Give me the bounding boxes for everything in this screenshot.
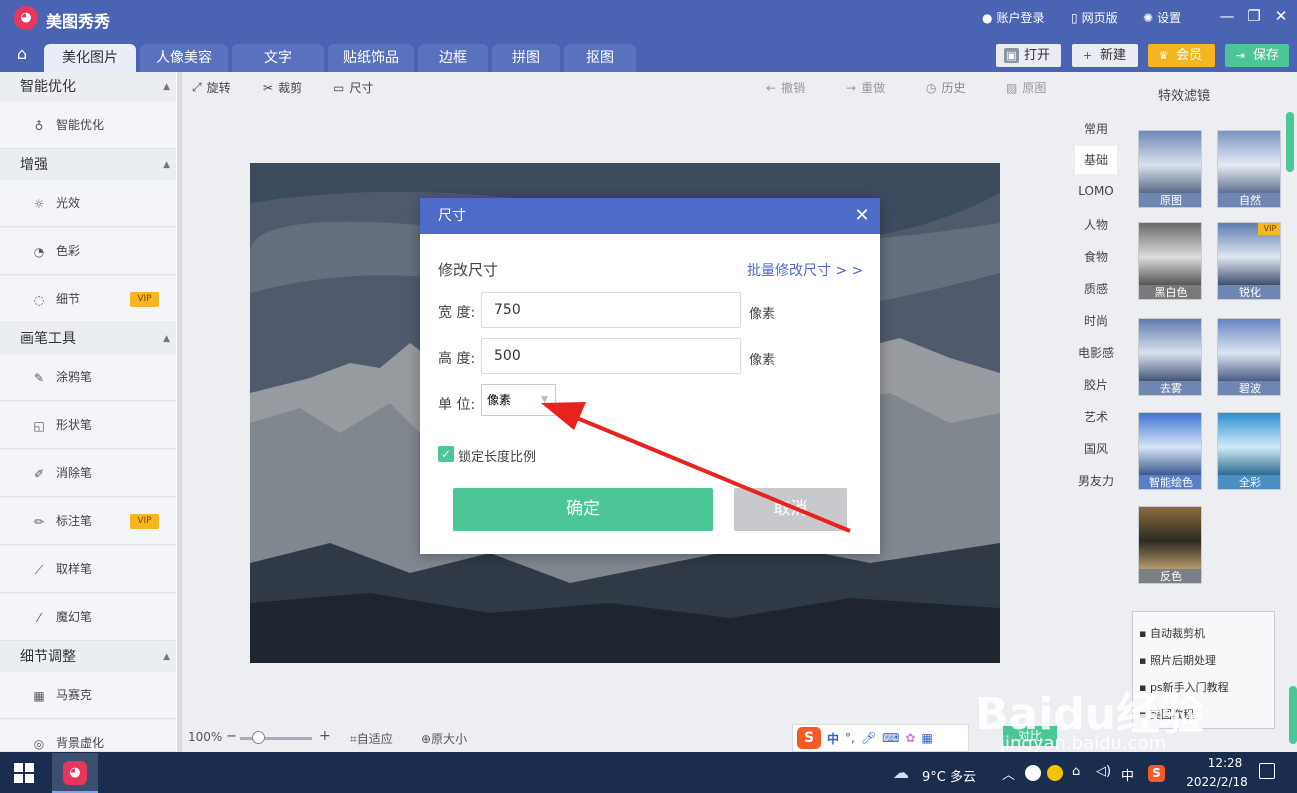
- cloud-icon: ☁: [893, 763, 909, 782]
- sogou-tray-icon[interactable]: S: [1148, 765, 1165, 782]
- ime-mode[interactable]: 中: [827, 730, 839, 747]
- annotation-arrow: [541, 402, 851, 533]
- clock-time[interactable]: 12:28: [1205, 756, 1245, 770]
- tray-app-icon[interactable]: [1047, 765, 1063, 781]
- ime-punct[interactable]: °,: [845, 731, 855, 745]
- app-logo: ◕: [63, 761, 87, 785]
- grid-menu-icon[interactable]: ▦: [921, 731, 932, 745]
- keyboard-icon[interactable]: ⌨: [882, 731, 899, 745]
- windows-start-button[interactable]: [14, 763, 34, 783]
- notification-icon[interactable]: [1259, 763, 1275, 779]
- sogou-icon: S: [797, 727, 821, 749]
- taskbar-app-meitu[interactable]: ◕: [52, 753, 98, 793]
- microphone-icon[interactable]: 🎤︎: [861, 731, 876, 745]
- skin-icon[interactable]: ✿: [905, 731, 915, 745]
- weather-text[interactable]: 9°C 多云: [922, 766, 976, 785]
- taskbar-ime[interactable]: 中: [1121, 765, 1134, 784]
- network-icon[interactable]: ⌂: [1072, 764, 1080, 779]
- tray-expand-icon[interactable]: ︿: [1002, 764, 1015, 783]
- ime-toolbar[interactable]: S 中 °, 🎤︎ ⌨ ✿ ▦: [792, 724, 969, 752]
- tray-app-icon[interactable]: [1025, 765, 1041, 781]
- watermark-url: jingyan.baidu.com: [1000, 733, 1167, 754]
- clock-date[interactable]: 2022/2/18: [1180, 775, 1254, 789]
- volume-icon[interactable]: ◁): [1096, 764, 1111, 779]
